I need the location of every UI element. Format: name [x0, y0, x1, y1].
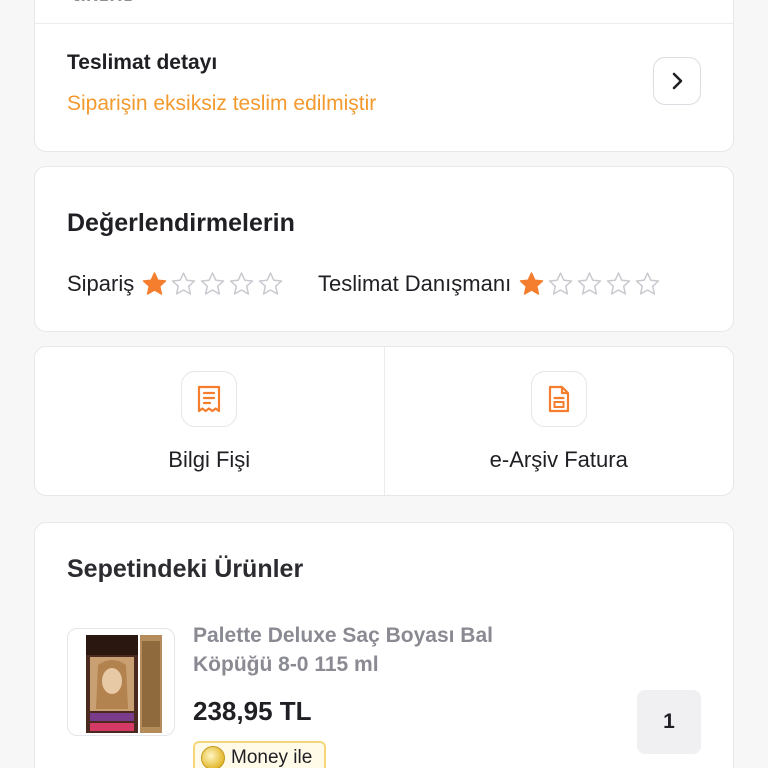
star-empty-icon[interactable]: [575, 271, 604, 297]
star-filled-icon[interactable]: [140, 271, 169, 297]
basket-products-title: Sepetindeki Ürünler: [67, 555, 304, 583]
info-receipt-label: Bilgi Fişi: [168, 447, 251, 472]
money-coin-icon: [201, 746, 225, 768]
receipt-icon: [181, 371, 238, 427]
documents-card: Bilgi Fişi e-Arşiv Fatura: [34, 346, 734, 496]
order-info-text: Sipariş: [67, 0, 134, 11]
quantity-box: 1: [637, 690, 701, 754]
order-info-row: Sipariş: [35, 0, 733, 24]
order-rating: Sipariş: [67, 271, 285, 297]
star-empty-icon[interactable]: [169, 271, 198, 297]
courier-rating: Teslimat Danışmanı: [318, 271, 662, 297]
delivery-card: Sipariş Teslimat detayı Siparişin eksiks…: [34, 0, 734, 152]
ratings-title: Değerlendirmelerin: [67, 209, 295, 237]
ratings-card: Değerlendirmelerin Sipariş Teslimat Danı…: [34, 166, 734, 332]
star-empty-icon[interactable]: [198, 271, 227, 297]
star-empty-icon[interactable]: [546, 271, 575, 297]
order-rating-label: Sipariş: [67, 271, 135, 296]
product-price: 238,95 TL: [193, 696, 312, 726]
delivery-status-text: Siparişin eksiksiz teslim edilmiştir: [67, 92, 377, 115]
star-empty-icon[interactable]: [256, 271, 285, 297]
courier-stars[interactable]: [517, 271, 662, 297]
order-stars[interactable]: [140, 271, 285, 297]
money-badge-text: Money ile: [231, 747, 313, 768]
courier-rating-label: Teslimat Danışmanı: [318, 271, 512, 296]
basket-products-card: Sepetindeki Ürünler Palette Deluxe Saç B…: [34, 522, 734, 768]
e-invoice-label: e-Arşiv Fatura: [489, 447, 628, 472]
delivery-detail-button[interactable]: [653, 57, 701, 105]
star-empty-icon[interactable]: [227, 271, 256, 297]
delivery-detail-title: Teslimat detayı: [67, 51, 218, 74]
e-invoice-button[interactable]: e-Arşiv Fatura: [383, 347, 734, 495]
product-image[interactable]: [67, 628, 175, 736]
product-name[interactable]: Palette Deluxe Saç Boyası Bal Köpüğü 8-0…: [193, 621, 573, 679]
money-badge: Money ile: [193, 741, 327, 768]
invoice-document-icon: [530, 371, 587, 427]
info-receipt-button[interactable]: Bilgi Fişi: [35, 347, 384, 495]
chevron-right-icon: [672, 72, 683, 90]
star-empty-icon[interactable]: [633, 271, 662, 297]
star-empty-icon[interactable]: [604, 271, 633, 297]
star-filled-icon[interactable]: [517, 271, 546, 297]
